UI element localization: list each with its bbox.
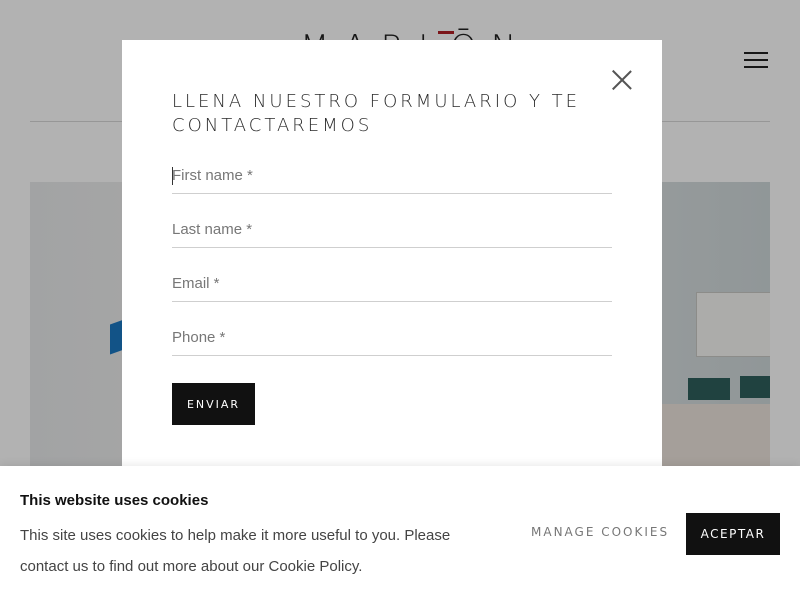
phone-field	[172, 320, 612, 356]
last-name-field	[172, 212, 612, 248]
accept-cookies-button[interactable]: ACEPTAR	[686, 513, 780, 555]
last-name-input[interactable]	[172, 212, 612, 247]
modal-title: LLENA NUESTRO FORMULARIO Y TE CONTACTARE…	[172, 91, 581, 136]
close-icon[interactable]	[611, 69, 633, 91]
email-input[interactable]	[172, 266, 612, 301]
cookie-banner: This website uses cookies This site uses…	[0, 466, 800, 600]
manage-cookies-button[interactable]: MANAGE COOKIES	[531, 525, 669, 539]
contact-modal: LLENA NUESTRO FORMULARIO Y TE CONTACTARE…	[122, 40, 662, 470]
first-name-input[interactable]	[172, 158, 612, 193]
first-name-field	[172, 158, 612, 194]
cookie-description: This site uses cookies to help make it m…	[20, 527, 451, 575]
email-field	[172, 266, 612, 302]
text-cursor	[172, 167, 173, 185]
submit-button[interactable]: ENVIAR	[172, 383, 255, 425]
cookie-title: This website uses cookies	[20, 492, 209, 509]
phone-input[interactable]	[172, 320, 612, 355]
